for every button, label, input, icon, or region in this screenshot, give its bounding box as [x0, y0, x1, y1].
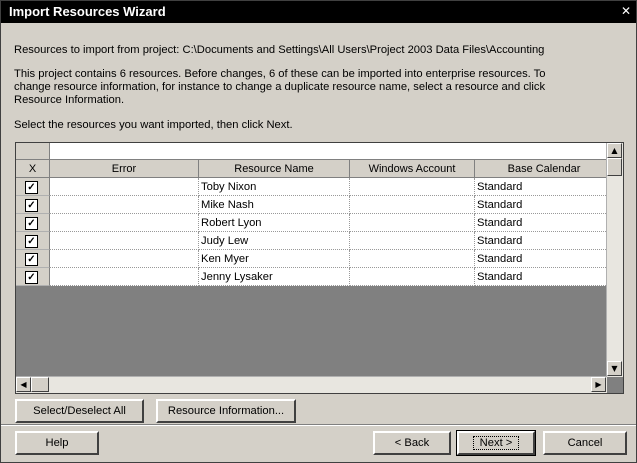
grid-corner	[16, 143, 50, 159]
column-header-windows-account[interactable]: Windows Account	[350, 160, 475, 178]
row-checkbox-cell[interactable]: ✓	[16, 214, 50, 232]
error-cell[interactable]	[50, 214, 199, 232]
instruction-text: Select the resources you want imported, …	[14, 119, 293, 131]
base-calendar-cell[interactable]: Standard	[475, 196, 614, 214]
column-header-base-calendar[interactable]: Base Calendar	[475, 160, 614, 178]
base-calendar-cell[interactable]: Standard	[475, 178, 614, 196]
checkbox[interactable]: ✓	[25, 235, 38, 248]
horizontal-scrollbar[interactable]: ◀ ▶	[16, 376, 607, 393]
title-bar: Import Resources Wizard ✕	[1, 1, 636, 23]
cancel-button[interactable]: Cancel	[543, 431, 627, 455]
next-button[interactable]: Next >	[456, 430, 536, 456]
column-header-error[interactable]: Error	[50, 160, 199, 178]
scroll-up-icon[interactable]: ▲	[607, 143, 622, 158]
row-checkbox-cell[interactable]: ✓	[16, 196, 50, 214]
windows-account-cell[interactable]	[350, 196, 475, 214]
vertical-scrollbar[interactable]: ▲ ▼	[606, 143, 623, 377]
row-checkbox-cell[interactable]: ✓	[16, 268, 50, 286]
divider	[1, 424, 636, 426]
vertical-scroll-thumb[interactable]	[607, 158, 622, 176]
info-text-line-3: Resource Information.	[14, 94, 125, 106]
window-title: Import Resources Wizard	[9, 4, 166, 19]
windows-account-cell[interactable]	[350, 214, 475, 232]
error-cell[interactable]	[50, 232, 199, 250]
help-button[interactable]: Help	[15, 431, 99, 455]
resource-information-button[interactable]: Resource Information...	[156, 399, 296, 423]
windows-account-cell[interactable]	[350, 232, 475, 250]
checkbox[interactable]: ✓	[25, 271, 38, 284]
scroll-right-icon[interactable]: ▶	[591, 377, 606, 392]
row-checkbox-cell[interactable]: ✓	[16, 250, 50, 268]
checkbox[interactable]: ✓	[25, 199, 38, 212]
scroll-down-icon[interactable]: ▼	[607, 361, 622, 376]
checkbox[interactable]: ✓	[25, 253, 38, 266]
back-button[interactable]: < Back	[373, 431, 451, 455]
checkbox[interactable]: ✓	[25, 181, 38, 194]
resource-name-cell[interactable]: Judy Lew	[199, 232, 350, 250]
resource-name-cell[interactable]: Mike Nash	[199, 196, 350, 214]
resources-grid[interactable]: X Error Resource Name Windows Account Ba…	[15, 142, 624, 394]
info-text-line-2: change resource information, for instanc…	[14, 81, 546, 93]
horizontal-scroll-thumb[interactable]	[31, 377, 49, 392]
grid-edit-bar[interactable]	[16, 143, 614, 160]
error-cell[interactable]	[50, 250, 199, 268]
base-calendar-cell[interactable]: Standard	[475, 214, 614, 232]
resource-name-cell[interactable]: Jenny Lysaker	[199, 268, 350, 286]
info-text-line-1: This project contains 6 resources. Befor…	[14, 68, 546, 80]
scroll-left-icon[interactable]: ◀	[16, 377, 31, 392]
base-calendar-cell[interactable]: Standard	[475, 250, 614, 268]
project-path-text: Resources to import from project: C:\Doc…	[14, 44, 545, 56]
windows-account-cell[interactable]	[350, 178, 475, 196]
resource-name-cell[interactable]: Robert Lyon	[199, 214, 350, 232]
base-calendar-cell[interactable]: Standard	[475, 232, 614, 250]
error-cell[interactable]	[50, 178, 199, 196]
resource-name-cell[interactable]: Toby Nixon	[199, 178, 350, 196]
windows-account-cell[interactable]	[350, 250, 475, 268]
checkbox[interactable]: ✓	[25, 217, 38, 230]
column-header-x[interactable]: X	[16, 160, 50, 178]
resource-name-cell[interactable]: Ken Myer	[199, 250, 350, 268]
error-cell[interactable]	[50, 196, 199, 214]
column-header-resource-name[interactable]: Resource Name	[199, 160, 350, 178]
row-checkbox-cell[interactable]: ✓	[16, 232, 50, 250]
select-deselect-all-button[interactable]: Select/Deselect All	[15, 399, 144, 423]
windows-account-cell[interactable]	[350, 268, 475, 286]
error-cell[interactable]	[50, 268, 199, 286]
base-calendar-cell[interactable]: Standard	[475, 268, 614, 286]
close-icon[interactable]: ✕	[618, 3, 634, 19]
import-resources-wizard-window: Import Resources Wizard ✕ Resources to i…	[0, 0, 637, 463]
row-checkbox-cell[interactable]: ✓	[16, 178, 50, 196]
next-button-label: Next >	[472, 436, 520, 450]
